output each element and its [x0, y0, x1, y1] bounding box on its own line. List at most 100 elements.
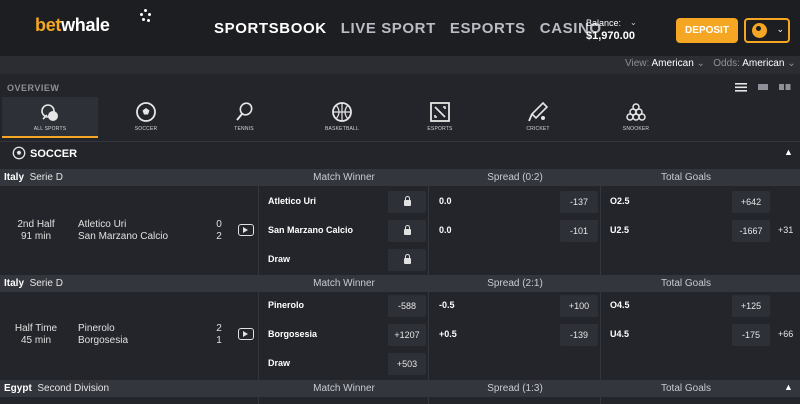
overview-bar: OVERVIEW	[0, 79, 800, 97]
odds-select[interactable]: American	[742, 58, 784, 69]
match-winner-odds-button[interactable]: +503	[388, 353, 426, 375]
away-score: 2	[216, 231, 222, 242]
collapse-icon[interactable]: ▲	[784, 147, 793, 157]
spread-odds-button[interactable]: +100	[560, 295, 598, 317]
logo-spout-icon	[139, 9, 151, 25]
balance-amount: $1,970.00	[586, 30, 635, 42]
home-score: 0	[216, 219, 222, 230]
match-row[interactable]: 2nd Half 91 min Atletico Uri San Marzano…	[0, 187, 800, 275]
top-bar: betwhale SPORTSBOOK LIVE SPORT ESPORTS C…	[0, 0, 800, 56]
grid-view-icon[interactable]	[779, 82, 791, 92]
selection-name: Atletico Uri	[268, 196, 317, 206]
total-odds-button[interactable]: -1667	[732, 220, 770, 242]
nav-esports[interactable]: ESPORTS	[450, 20, 526, 37]
sport-tab-cricket[interactable]: CRICKET	[490, 97, 586, 138]
compact-view-icon[interactable]	[757, 82, 769, 92]
list-view-icon[interactable]	[735, 82, 747, 92]
column-divider	[258, 169, 259, 404]
selection-name: Borgosesia	[268, 329, 318, 339]
sport-tab-tennis[interactable]: TENNIS	[196, 97, 292, 138]
league-name: Italy Serie D	[4, 172, 63, 183]
lock-icon	[403, 196, 411, 206]
balance-label: Balance:	[586, 18, 622, 28]
tennis-icon	[236, 102, 253, 121]
match-teams: Pinerolo Borgosesia	[78, 323, 128, 347]
odds-row: Draw	[262, 247, 772, 273]
league-title: Serie D	[29, 172, 63, 183]
total-line: U2.5	[610, 225, 630, 235]
total-odds-button[interactable]: -175	[732, 324, 770, 346]
logo-whale: whale	[61, 15, 110, 35]
sport-tab-all-sports[interactable]: ALL SPORTS	[2, 97, 98, 138]
away-score: 1	[216, 335, 222, 346]
column-spread: Spread (1:3)	[487, 383, 543, 394]
odds-row: Pinerolo -588 -0.5 +100 O4.5 +125	[262, 293, 772, 319]
spread-line: 0.0	[439, 196, 452, 206]
column-divider	[600, 169, 601, 404]
match-row[interactable]: Half Time 45 min Pinerolo Borgosesia 2 1…	[0, 292, 800, 380]
total-odds-button[interactable]: +642	[732, 191, 770, 213]
league-country: Italy	[4, 278, 25, 289]
match-winner-odds-button[interactable]: -588	[388, 295, 426, 317]
layout-toggle	[735, 82, 791, 92]
more-markets-link[interactable]: +31	[778, 225, 793, 235]
column-divider	[428, 169, 429, 404]
logo-bet: bet	[35, 15, 62, 35]
column-match-winner: Match Winner	[313, 172, 375, 183]
sport-label: BASKETBALL	[325, 126, 359, 132]
esports-icon	[430, 102, 450, 122]
away-team: San Marzano Calcio	[78, 231, 169, 242]
view-select[interactable]: American	[652, 58, 694, 69]
spread-odds-button[interactable]: -101	[560, 220, 598, 242]
chevron-down-icon: ⌄	[696, 58, 714, 69]
overview-label: OVERVIEW	[7, 83, 60, 93]
chevron-down-icon: ⌄	[630, 18, 637, 27]
sport-label: SNOOKER	[622, 126, 650, 132]
betwhale-logo[interactable]: betwhale	[35, 9, 151, 36]
league-name: Egypt Second Division	[4, 383, 109, 394]
sport-tab-soccer[interactable]: SOCCER	[98, 97, 194, 138]
live-stream-icon[interactable]	[238, 224, 254, 236]
match-winner-odds-locked	[388, 220, 426, 242]
balance-widget[interactable]: Balance: ⌄ $1,970.00	[586, 18, 637, 42]
nav-sportsbook[interactable]: SPORTSBOOK	[214, 20, 327, 37]
column-total-goals: Total Goals	[660, 172, 712, 183]
lock-icon	[403, 225, 411, 235]
column-total-goals: Total Goals	[660, 383, 712, 394]
home-team: Pinerolo	[78, 323, 115, 334]
spread-odds-button[interactable]: -137	[560, 191, 598, 213]
all-sports-icon	[41, 104, 58, 121]
spread-odds-button[interactable]: -139	[560, 324, 598, 346]
nav-live-sport[interactable]: LIVE SPORT	[341, 20, 436, 37]
sport-tab-esports[interactable]: ESPORTS	[392, 97, 488, 138]
section-title: SOCCER	[30, 148, 78, 160]
deposit-button[interactable]: DEPOSIT	[676, 18, 738, 43]
match-period-label: 2nd Half	[17, 219, 55, 230]
match-minute: 91 min	[20, 231, 51, 242]
total-line: O2.5	[610, 196, 630, 206]
more-markets-link[interactable]: +66	[778, 329, 793, 339]
sport-tab-snooker[interactable]: SNOOKER	[588, 97, 684, 138]
account-menu-button[interactable]: ⌄	[744, 18, 790, 43]
league-header: Egypt Second Division Match Winner Sprea…	[0, 380, 800, 397]
view-label: View:	[625, 58, 650, 69]
total-odds-button[interactable]: +125	[732, 295, 770, 317]
collapse-icon[interactable]: ▲	[784, 382, 793, 392]
settings-bar: View: American ⌄ Odds: American ⌄	[0, 56, 800, 74]
chevron-down-icon: ⌄	[776, 24, 784, 34]
league-title: Serie D	[29, 278, 63, 289]
chevron-down-icon: ⌄	[787, 58, 796, 69]
column-match-winner: Match Winner	[313, 383, 375, 394]
match-winner-odds-button[interactable]: +1207	[388, 324, 426, 346]
section-header-soccer[interactable]: SOCCER ▲	[0, 141, 800, 165]
sport-tab-basketball[interactable]: BASKETBALL	[294, 97, 390, 138]
cricket-icon	[528, 101, 549, 122]
selection-name: Draw	[268, 358, 291, 368]
home-score: 2	[216, 323, 222, 334]
live-stream-icon[interactable]	[238, 328, 254, 340]
sport-label: CRICKET	[526, 126, 550, 132]
user-avatar-icon	[752, 23, 767, 38]
match-teams: Atletico Uri San Marzano Calcio	[78, 219, 168, 243]
odds-row: San Marzano Calcio 0.0 -101 U2.5 -1667	[262, 218, 772, 244]
selection-name: Draw	[268, 254, 291, 264]
